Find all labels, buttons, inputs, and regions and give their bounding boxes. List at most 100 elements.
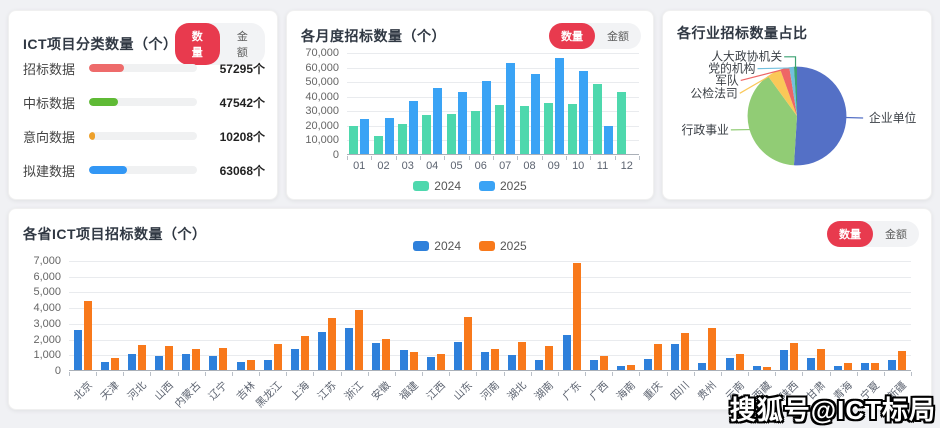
category-progress-bar[interactable] <box>89 64 197 72</box>
chart-bar[interactable] <box>437 354 445 370</box>
toggle-quantity-button[interactable]: 数量 <box>549 23 595 49</box>
chart-bar[interactable] <box>372 343 380 370</box>
chart-bar[interactable] <box>410 352 418 370</box>
chart-bar[interactable] <box>427 357 435 370</box>
chart-bar[interactable] <box>834 366 842 370</box>
chart-bar[interactable] <box>644 359 652 370</box>
chart-bar[interactable] <box>182 354 190 371</box>
chart-bar[interactable] <box>155 356 163 370</box>
chart-bar[interactable] <box>898 351 906 370</box>
chart-bar[interactable] <box>736 354 744 370</box>
chart-bar[interactable] <box>617 92 626 154</box>
chart-bar[interactable] <box>454 342 462 370</box>
chart-bar[interactable] <box>518 342 526 370</box>
chart-bar[interactable] <box>681 333 689 370</box>
pie-slice[interactable] <box>794 67 846 166</box>
chart-bar[interactable] <box>192 349 200 370</box>
category-progress-bar[interactable] <box>89 98 197 106</box>
category-progress-bar[interactable] <box>89 132 197 140</box>
chart-bar[interactable] <box>627 365 635 370</box>
chart-bar[interactable] <box>555 58 564 154</box>
chart-bar[interactable] <box>138 345 146 370</box>
chart-bar[interactable] <box>593 84 602 154</box>
chart-bar[interactable] <box>753 366 761 370</box>
chart-bar[interactable] <box>563 335 571 370</box>
chart-bar[interactable] <box>654 344 662 370</box>
legend-item[interactable]: 2024 <box>413 239 461 253</box>
legend-item[interactable]: 2024 <box>413 179 461 193</box>
legend-item[interactable]: 2025 <box>479 239 527 253</box>
x-axis-tick <box>694 372 695 376</box>
chart-bar[interactable] <box>349 126 358 154</box>
chart-bar[interactable] <box>708 328 716 370</box>
chart-bar[interactable] <box>698 363 706 371</box>
chart-bar[interactable] <box>345 328 353 370</box>
chart-bar[interactable] <box>482 81 491 154</box>
chart-bar[interactable] <box>128 354 136 370</box>
chart-bar[interactable] <box>433 88 442 154</box>
chart-bar[interactable] <box>780 350 788 370</box>
chart-bar[interactable] <box>579 71 588 154</box>
chart-bar[interactable] <box>491 349 499 370</box>
chart-bar[interactable] <box>355 310 363 370</box>
chart-bar[interactable] <box>447 114 456 154</box>
chart-bar[interactable] <box>763 367 771 370</box>
chart-bar[interactable] <box>464 317 472 370</box>
chart-bar[interactable] <box>74 330 82 370</box>
chart-bar[interactable] <box>400 350 408 370</box>
chart-bar[interactable] <box>165 346 173 370</box>
chart-bar[interactable] <box>101 362 109 370</box>
chart-bar[interactable] <box>247 360 255 370</box>
chart-bar[interactable] <box>495 105 504 154</box>
chart-bar[interactable] <box>545 346 553 370</box>
chart-bar[interactable] <box>790 343 798 370</box>
chart-bar[interactable] <box>318 332 326 370</box>
chart-bar[interactable] <box>671 344 679 370</box>
chart-bar[interactable] <box>600 356 608 370</box>
chart-bar[interactable] <box>726 358 734 370</box>
chart-bar[interactable] <box>237 362 245 371</box>
chart-bar[interactable] <box>398 124 407 154</box>
chart-bar[interactable] <box>888 360 896 370</box>
chart-bar[interactable] <box>535 360 543 370</box>
chart-bar[interactable] <box>274 344 282 370</box>
chart-bar[interactable] <box>219 348 227 370</box>
chart-bar[interactable] <box>506 63 515 154</box>
chart-bar[interactable] <box>328 318 336 370</box>
plot-area <box>347 53 639 155</box>
chart-bar[interactable] <box>264 360 272 370</box>
chart-bar[interactable] <box>301 336 309 370</box>
chart-bar[interactable] <box>508 355 516 370</box>
chart-bar[interactable] <box>409 101 418 154</box>
chart-bar[interactable] <box>471 111 480 154</box>
chart-bar[interactable] <box>374 136 383 154</box>
chart-bar[interactable] <box>817 349 825 370</box>
category-progress-bar[interactable] <box>89 166 197 174</box>
chart-bar[interactable] <box>291 349 299 370</box>
chart-bar[interactable] <box>604 126 613 154</box>
chart-bar[interactable] <box>573 263 581 370</box>
chart-bar[interactable] <box>385 118 394 154</box>
chart-bar[interactable] <box>871 363 879 371</box>
chart-bar[interactable] <box>544 103 553 154</box>
chart-bar[interactable] <box>844 363 852 370</box>
chart-bar[interactable] <box>531 74 540 154</box>
chart-bar[interactable] <box>520 106 529 154</box>
chart-bar[interactable] <box>861 363 869 370</box>
legend-item[interactable]: 2025 <box>479 179 527 193</box>
chart-bar[interactable] <box>422 115 431 154</box>
chart-bar[interactable] <box>84 301 92 370</box>
chart-bar[interactable] <box>481 352 489 370</box>
chart-bar[interactable] <box>807 358 815 370</box>
category-value: 57295个 <box>207 60 265 77</box>
chart-bar[interactable] <box>590 360 598 370</box>
toggle-amount-button[interactable]: 金额 <box>595 23 641 49</box>
chart-bar[interactable] <box>382 339 390 370</box>
chart-bar[interactable] <box>209 356 217 370</box>
y-axis-label: 50,000 <box>297 76 339 88</box>
chart-bar[interactable] <box>458 92 467 154</box>
chart-bar[interactable] <box>111 358 119 370</box>
chart-bar[interactable] <box>617 366 625 370</box>
chart-bar[interactable] <box>568 104 577 154</box>
chart-bar[interactable] <box>360 119 369 154</box>
